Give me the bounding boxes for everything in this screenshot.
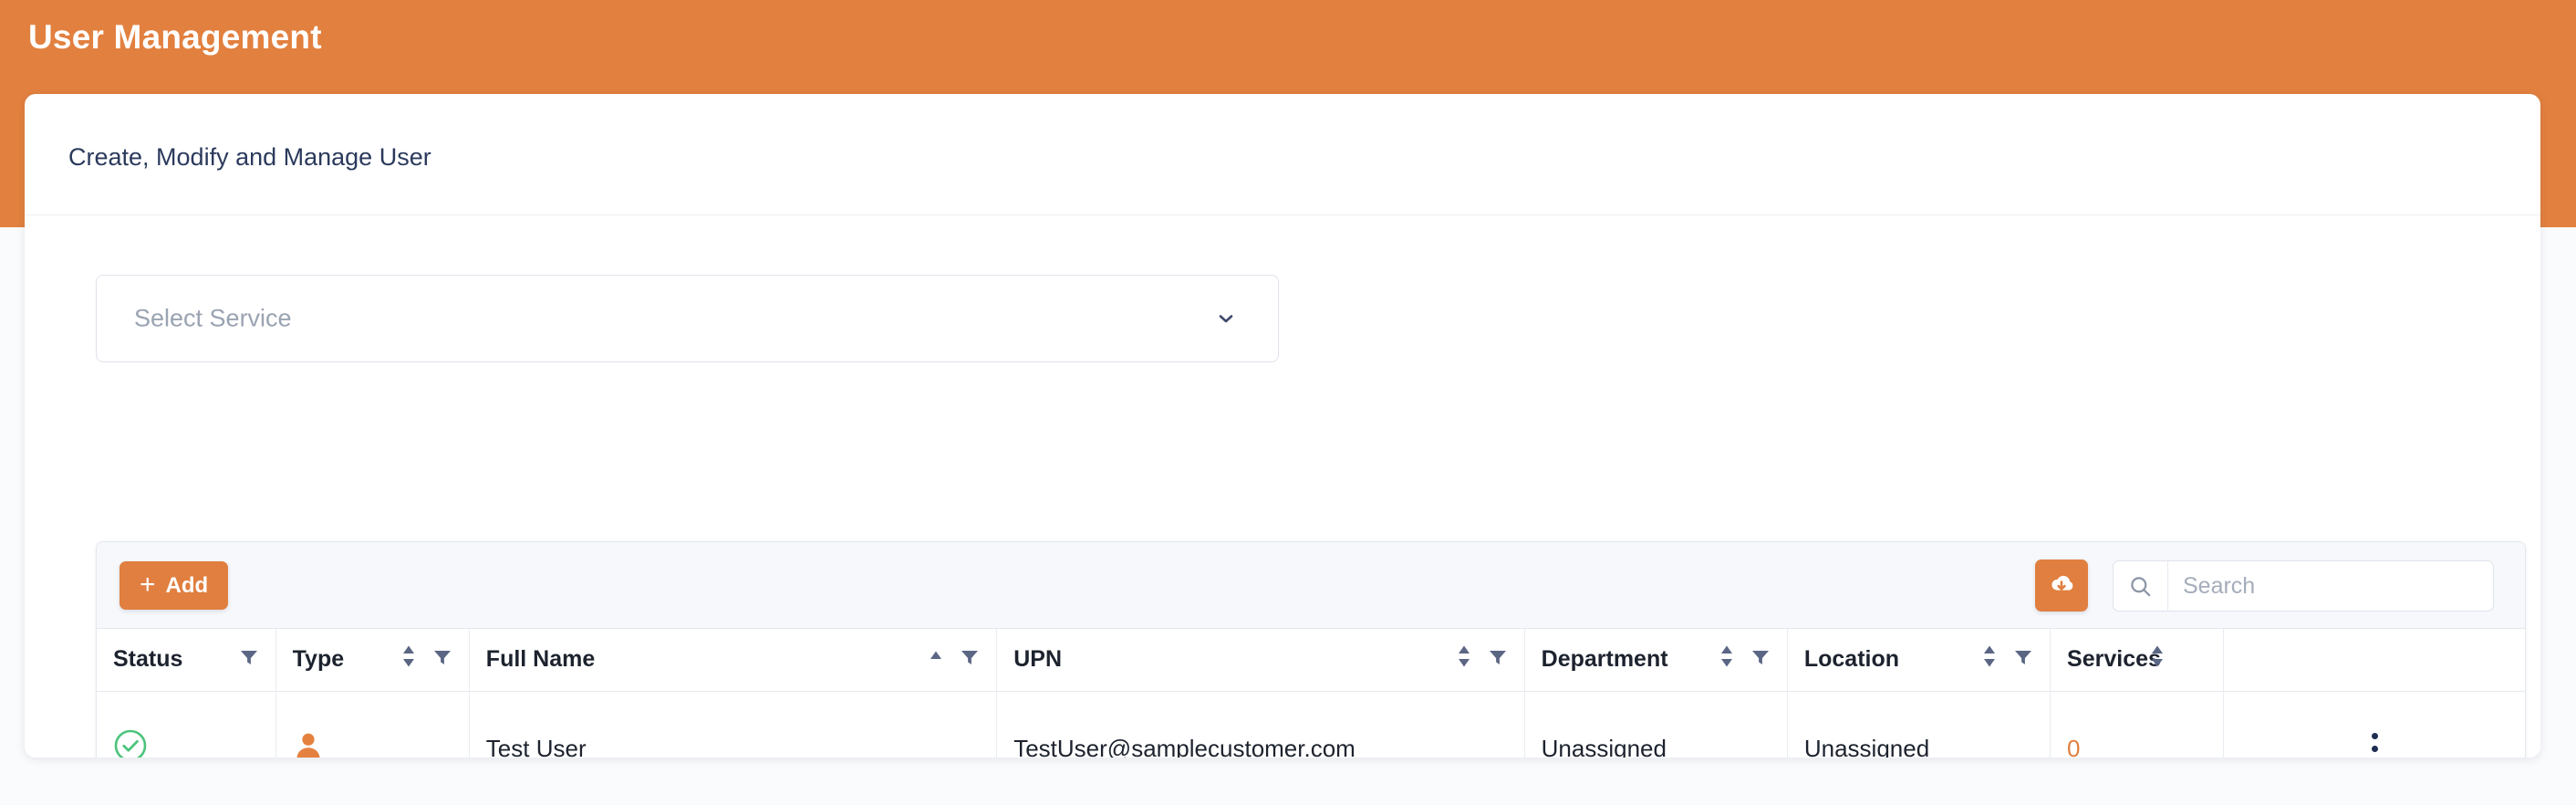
column-label-upn: UPN [1013,646,1062,673]
cloud-download-button[interactable] [2035,559,2088,612]
card-subtitle: Create, Modify and Manage User [68,143,431,172]
content-card: Create, Modify and Manage User Select Se… [25,94,2540,758]
cloud-download-icon [2046,571,2077,600]
column-label-department: Department [1542,646,1668,673]
cell-type [275,691,469,758]
column-header-type[interactable]: Type [275,629,469,691]
users-table-container: + Add [96,541,2526,758]
column-header-full-name[interactable]: Full Name [469,629,996,691]
plus-icon: + [140,571,156,599]
column-header-upn[interactable]: UPN [997,629,1524,691]
column-header-department[interactable]: Department [1524,629,1787,691]
sort-icon[interactable] [1719,644,1734,674]
cell-services[interactable]: 0 [2051,691,2224,758]
search-icon [2114,561,2168,611]
cell-location: Unassigned [1787,691,2050,758]
search-input[interactable] [2168,561,2493,611]
column-label-full-name: Full Name [486,646,595,673]
column-label-status: Status [113,646,182,673]
filter-icon[interactable] [2013,646,2033,673]
sort-ascending-icon[interactable] [929,644,943,674]
cell-full-name: Test User [469,691,996,758]
add-button-label: Add [166,573,209,599]
check-circle-icon [113,728,259,758]
user-management-page: User Management Create, Modify and Manag… [0,0,2576,805]
search-box[interactable] [2113,560,2494,612]
users-table: Status [97,629,2525,758]
column-header-services[interactable]: Services [2051,629,2224,691]
filter-icon[interactable] [1488,646,1508,673]
page-title: User Management [28,18,322,57]
sort-icon[interactable] [1982,644,1997,674]
cell-upn: TestUser@samplecustomer.com [997,691,1524,758]
filter-icon[interactable] [432,646,452,673]
add-user-button[interactable]: + Add [119,561,228,610]
column-label-location: Location [1804,646,1899,673]
column-label-type: Type [293,646,345,673]
table-body: Test User TestUser@samplecustomer.com Un… [97,691,2525,758]
kebab-menu-icon[interactable] [2240,733,2508,758]
chevron-down-icon [1215,308,1237,329]
cell-status [97,691,275,758]
column-header-location[interactable]: Location [1787,629,2050,691]
user-icon [293,730,452,758]
filter-icon[interactable] [960,646,980,673]
table-header-row: Status [97,629,2525,691]
column-label-services: Services [2067,646,2161,673]
sort-icon[interactable] [1457,644,1471,674]
column-header-status[interactable]: Status [97,629,275,691]
sort-icon[interactable] [401,644,416,674]
cell-department: Unassigned [1524,691,1787,758]
table-toolbar: + Add [97,542,2525,629]
filter-icon[interactable] [239,646,259,673]
select-service-placeholder: Select Service [134,305,292,333]
table-header: Status [97,629,2525,691]
select-service-dropdown[interactable]: Select Service [96,275,1279,362]
sort-icon[interactable] [2150,644,2165,674]
table-row[interactable]: Test User TestUser@samplecustomer.com Un… [97,691,2525,758]
column-header-actions [2224,629,2525,691]
card-subtitle-bar: Create, Modify and Manage User [25,94,2540,215]
filter-icon[interactable] [1750,646,1771,673]
cell-row-actions [2224,691,2525,758]
